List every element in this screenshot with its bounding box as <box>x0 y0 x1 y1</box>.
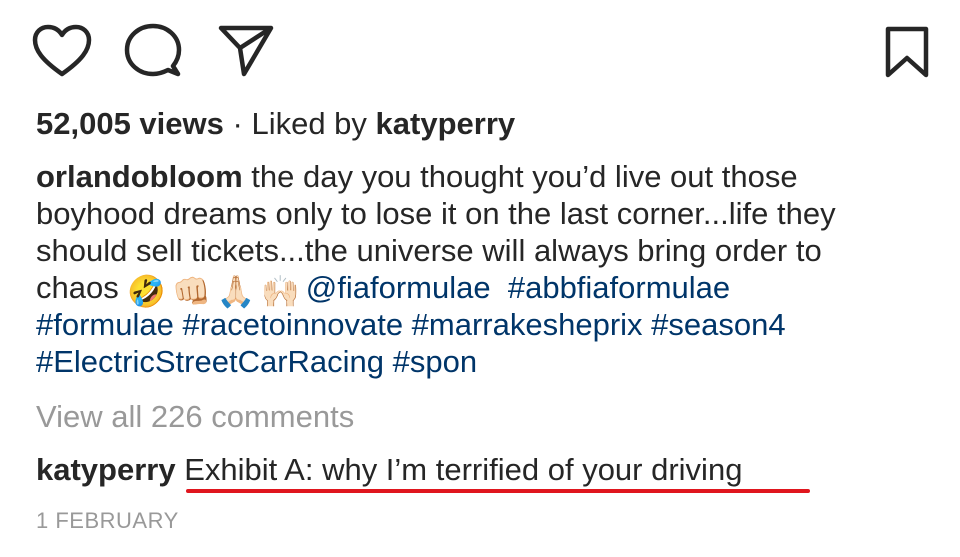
hashtag-link[interactable]: #abbfiaformulae <box>508 270 730 305</box>
caption-line: #ElectricStreetCarRacing #spon <box>36 343 936 380</box>
post-footer: 52,005 views · Liked by katyperry orland… <box>0 0 960 557</box>
rolling-laughing-emoji: 🤣 <box>127 274 166 309</box>
bookmark-icon[interactable] <box>884 26 930 78</box>
action-bar <box>0 0 960 100</box>
caption-text: should sell tickets...the universe will … <box>36 233 822 268</box>
caption-line: chaos 🤣 👊🏻 🙏🏻 🙌🏻 @fiaformulae #abbfiaformula… <box>36 269 936 309</box>
comment-username[interactable]: katyperry <box>36 452 176 487</box>
caption-line: #formulae #racetoinnovate #marrakeshepri… <box>36 306 936 343</box>
caption-line: orlandobloom the day you thought you’d l… <box>36 158 936 195</box>
post-caption: orlandobloom the day you thought you’d l… <box>36 158 936 380</box>
fist-bump-emoji: 👊🏻 <box>171 274 211 309</box>
speech-bubble-icon[interactable] <box>124 22 182 78</box>
mention-link[interactable]: @fiaformulae <box>306 270 491 305</box>
liked-by-username[interactable]: katyperry <box>376 106 516 141</box>
caption-text: boyhood dreams only to lose it on the la… <box>36 196 836 231</box>
caption-text: chaos <box>36 270 128 305</box>
post-date[interactable]: 1 FEBRUARY <box>36 506 179 536</box>
paper-plane-icon[interactable] <box>218 22 274 78</box>
hashtag-links[interactable]: #ElectricStreetCarRacing #spon <box>36 344 477 379</box>
hashtag-links[interactable]: #formulae #racetoinnovate #marrakeshepri… <box>36 307 786 342</box>
post-stats: 52,005 views · Liked by katyperry <box>36 104 515 144</box>
caption-username[interactable]: orlandobloom <box>36 159 243 194</box>
view-count[interactable]: 52,005 views <box>36 106 224 141</box>
heart-icon[interactable] <box>32 24 92 78</box>
comment-text: Exhibit A: why I’m terrified of your dri… <box>184 452 743 487</box>
view-all-comments-link[interactable]: View all 226 comments <box>36 397 354 437</box>
liked-by-label: Liked by <box>251 106 376 141</box>
stats-separator: · <box>223 106 252 141</box>
caption-line: boyhood dreams only to lose it on the la… <box>36 195 936 232</box>
caption-line: should sell tickets...the universe will … <box>36 232 936 269</box>
red-underline-annotation <box>186 489 810 493</box>
caption-text: the day you thought you’d live out those <box>242 159 798 194</box>
comment-row: katyperry Exhibit A: why I’m terrified o… <box>36 450 742 490</box>
raising-hands-emoji: 🙌🏻 <box>261 274 300 309</box>
praying-hands-emoji: 🙏🏻 <box>216 274 256 309</box>
